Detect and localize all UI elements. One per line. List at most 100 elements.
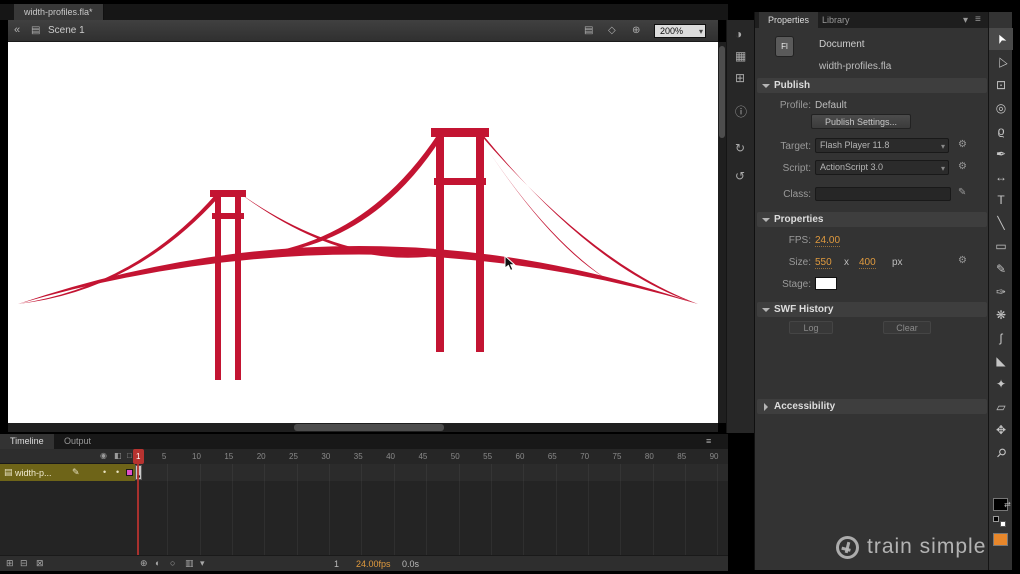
ruler-frame-60[interactable]: 60 <box>516 449 525 464</box>
deco-tool[interactable]: ❋ <box>989 304 1013 326</box>
class-edit-icon[interactable]: ✎ <box>958 188 966 198</box>
profile-value[interactable]: Default <box>815 100 847 111</box>
timeline-layer-row[interactable]: width-p... ▤✎•• <box>0 464 728 481</box>
new-layer-icon[interactable]: ⊞ <box>6 559 14 568</box>
timeline-frames-area[interactable]: width-p... ▤✎•• <box>0 464 728 555</box>
ruler-frame-20[interactable]: 20 <box>257 449 266 464</box>
size-height-value[interactable]: 400 <box>859 257 876 269</box>
props-menu-icon[interactable]: ≡ <box>975 15 981 25</box>
publish-settings-button[interactable]: Publish Settings... <box>811 114 911 129</box>
center-stage-icon[interactable]: ⊕ <box>632 26 640 36</box>
swap-colors-icon[interactable]: ⇄ <box>1004 501 1011 509</box>
layer-lock-dot[interactable]: • <box>116 468 119 477</box>
paint-bucket-tool[interactable]: ◣ <box>989 350 1013 372</box>
section-properties[interactable]: Properties <box>757 212 987 227</box>
stage-canvas[interactable] <box>8 42 718 423</box>
delete-layer-icon[interactable]: ⊠ <box>36 559 44 568</box>
history-panel-icon[interactable]: ↺ <box>735 170 745 182</box>
ruler-frame-10[interactable]: 10 <box>192 449 201 464</box>
size-width-value[interactable]: 550 <box>815 257 832 269</box>
back-icon[interactable]: « <box>14 25 20 36</box>
pen-tool[interactable]: ✒ <box>989 143 1013 165</box>
swatches-panel-icon[interactable]: ▦ <box>735 50 746 62</box>
onion-outline-icon[interactable]: ○ <box>170 559 175 568</box>
default-colors-icon[interactable] <box>993 516 1006 527</box>
ruler-frame-85[interactable]: 85 <box>677 449 686 464</box>
stage-color-swatch[interactable] <box>815 277 837 290</box>
timeline-menu-icon[interactable]: ≡ <box>706 437 711 446</box>
free-transform-tool[interactable]: ⊡ <box>989 74 1013 96</box>
ruler-frame-80[interactable]: 80 <box>645 449 654 464</box>
section-publish[interactable]: Publish <box>757 78 987 93</box>
tab-library[interactable]: Library <box>813 12 859 28</box>
fill-color-swatch[interactable] <box>993 533 1008 546</box>
lasso-tool[interactable]: ϱ <box>989 120 1013 142</box>
layer-outline-color-swatch[interactable] <box>126 469 133 476</box>
ruler-frame-1[interactable]: 1 <box>136 449 140 464</box>
swf-log-button[interactable]: Log <box>789 321 833 334</box>
bone-tool[interactable]: ʃ <box>989 327 1013 349</box>
ruler-frame-15[interactable]: 15 <box>224 449 233 464</box>
horizontal-scroll-thumb[interactable] <box>294 424 444 431</box>
document-name[interactable]: width-profiles.fla <box>819 61 891 72</box>
ruler-frame-75[interactable]: 75 <box>613 449 622 464</box>
pencil-tool[interactable]: ✎ <box>989 258 1013 280</box>
zoom-level-input[interactable]: 200% <box>654 24 706 38</box>
ruler-frame-25[interactable]: 25 <box>289 449 298 464</box>
ruler-frame-65[interactable]: 65 <box>548 449 557 464</box>
scene-breadcrumb[interactable]: Scene 1 <box>48 25 85 36</box>
tab-timeline[interactable]: Timeline <box>0 434 54 449</box>
target-select[interactable]: Flash Player 11.8 <box>815 138 949 153</box>
script-select[interactable]: ActionScript 3.0 <box>815 160 949 175</box>
layer-visibility-dot[interactable]: • <box>103 468 106 477</box>
lock-icon[interactable]: ◧ <box>114 452 122 460</box>
tab-properties[interactable]: Properties <box>759 12 818 28</box>
color-panel-icon[interactable]: ◑ <box>735 28 742 40</box>
ruler-frame-90[interactable]: 90 <box>710 449 719 464</box>
ruler-frame-50[interactable]: 50 <box>451 449 460 464</box>
tab-output[interactable]: Output <box>54 434 101 449</box>
target-wrench-icon[interactable]: ⚙ <box>958 140 967 150</box>
section-accessibility[interactable]: Accessibility <box>757 399 987 414</box>
ruler-frame-5[interactable]: 5 <box>162 449 166 464</box>
frame-rate-value[interactable]: 24.00fps <box>356 559 391 569</box>
brush-tool[interactable]: ✑ <box>989 281 1013 303</box>
edit-scene-icon[interactable]: ▤ <box>584 26 593 36</box>
script-wrench-icon[interactable]: ⚙ <box>958 162 967 172</box>
layer-name[interactable]: width-p... <box>15 468 52 478</box>
zoom-tool[interactable]: ⚲ <box>989 442 1013 464</box>
scene-icon[interactable]: ▤ <box>31 26 40 36</box>
edit-multiple-frames-icon[interactable]: ▥ <box>185 559 194 568</box>
width-tool[interactable]: ↔ <box>989 166 1013 188</box>
visibility-icon[interactable]: ◉ <box>100 452 107 460</box>
subselection-tool[interactable]: ▷ <box>989 51 1013 73</box>
transform-panel-icon[interactable]: ↻ <box>735 142 745 154</box>
frame-ruler[interactable]: 151015202530354045505560657075808590 <box>135 449 728 464</box>
size-wrench-icon[interactable]: ⚙ <box>958 256 967 266</box>
layer-label[interactable]: width-p... ▤✎•• <box>0 464 135 481</box>
ruler-frame-35[interactable]: 35 <box>354 449 363 464</box>
vertical-scroll-thumb[interactable] <box>719 46 725 138</box>
class-input[interactable] <box>815 187 951 201</box>
ruler-frame-45[interactable]: 45 <box>418 449 427 464</box>
text-tool[interactable]: T <box>989 189 1013 211</box>
3d-rotation-tool[interactable]: ◎ <box>989 97 1013 119</box>
marker-options-icon[interactable]: ▾ <box>200 559 205 568</box>
onion-skin-icon[interactable]: ◐ <box>155 559 160 568</box>
ruler-frame-70[interactable]: 70 <box>580 449 589 464</box>
ruler-frame-40[interactable]: 40 <box>386 449 395 464</box>
swf-clear-button[interactable]: Clear <box>883 321 931 334</box>
stage-horizontal-scrollbar[interactable] <box>8 423 718 432</box>
props-menu-collapse-icon[interactable]: ▾ <box>963 16 968 26</box>
line-tool[interactable]: ╲ <box>989 212 1013 234</box>
stage-vertical-scrollbar[interactable] <box>718 42 726 423</box>
ruler-frame-30[interactable]: 30 <box>321 449 330 464</box>
eyedropper-tool[interactable]: ✦ <box>989 373 1013 395</box>
rectangle-tool[interactable]: ▭ <box>989 235 1013 257</box>
outline-icon[interactable]: □ <box>127 452 132 460</box>
new-folder-icon[interactable]: ⊟ <box>20 559 28 568</box>
edit-symbols-icon[interactable]: ◇ <box>608 26 616 36</box>
center-frame-icon[interactable]: ⊕ <box>140 559 148 568</box>
document-tab[interactable]: width-profiles.fla* <box>14 4 104 20</box>
fps-value[interactable]: 24.00 <box>815 235 840 247</box>
